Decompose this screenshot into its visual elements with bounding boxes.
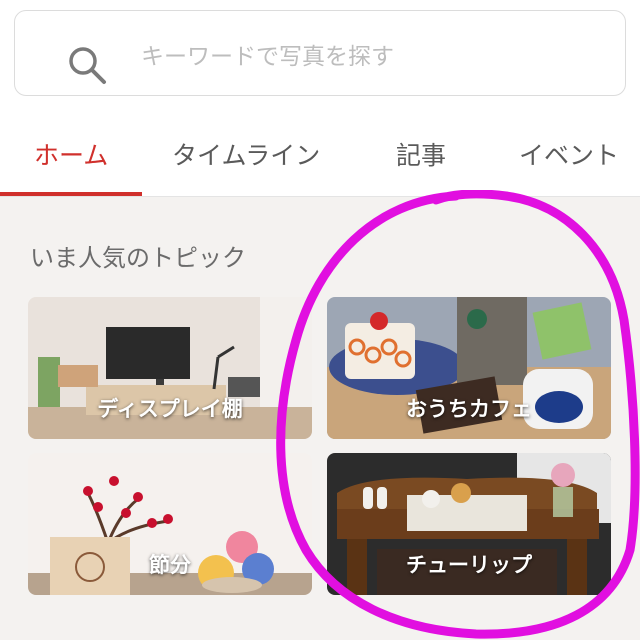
divider [0, 196, 640, 197]
topic-card-display-shelf[interactable]: ディスプレイ棚 [28, 297, 312, 439]
topic-label: おうちカフェ [406, 397, 532, 421]
header: ホーム タイムライン 記事 イベント [0, 0, 640, 196]
tab-events[interactable]: イベント [519, 136, 619, 172]
tab-articles[interactable]: 記事 [396, 136, 446, 172]
topic-label: 節分 [149, 553, 191, 577]
tab-home[interactable]: ホーム [34, 136, 108, 172]
topic-card-tulip[interactable]: チューリップ [327, 453, 611, 595]
tab-bar: ホーム タイムライン 記事 イベント [0, 118, 640, 196]
tab-timeline[interactable]: タイムライン [172, 136, 320, 172]
search-icon [69, 47, 106, 84]
topic-card-home-cafe[interactable]: おうちカフェ [327, 297, 611, 439]
search-box[interactable] [14, 10, 626, 96]
topic-label: チューリップ [406, 553, 532, 577]
topic-card-setsubun[interactable]: 節分 [28, 453, 312, 595]
topic-label: ディスプレイ棚 [97, 397, 243, 421]
search-input[interactable] [141, 37, 601, 77]
section-title: いま人気のトピック [30, 244, 246, 272]
